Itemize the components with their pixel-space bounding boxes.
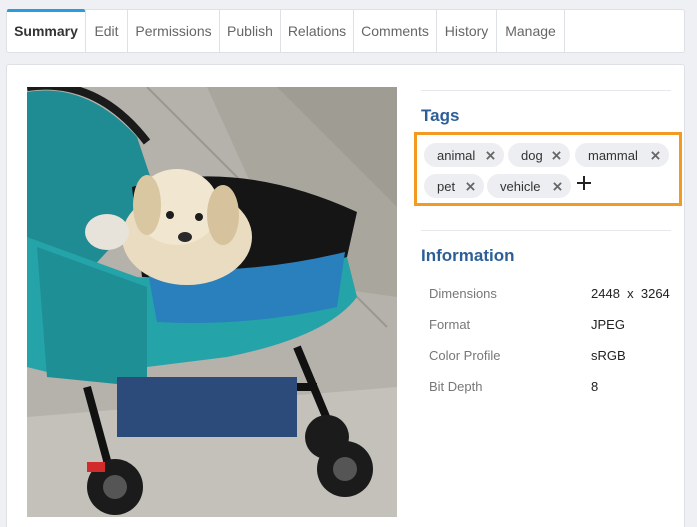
info-key: Color Profile (429, 348, 501, 363)
info-value: JPEG (591, 317, 625, 332)
info-value: sRGB (591, 348, 626, 363)
close-icon[interactable] (550, 149, 562, 161)
tags-editor[interactable]: animal dog mammal pet vehicle (414, 132, 682, 206)
information-heading: Information (421, 246, 515, 265)
tag-label: mammal (588, 147, 638, 163)
info-key: Format (429, 317, 471, 332)
close-icon[interactable] (464, 180, 476, 192)
tags-heading: Tags (421, 106, 460, 125)
tag-dog[interactable]: dog (508, 143, 570, 167)
tab-publish[interactable]: Publish (220, 10, 281, 52)
divider (421, 230, 671, 231)
image-preview (27, 87, 397, 517)
close-icon[interactable] (649, 149, 661, 161)
tag-label: vehicle (500, 178, 541, 194)
info-value: 2448 x 3264 (591, 286, 670, 301)
dog-in-stroller-image (27, 87, 397, 517)
tab-manage[interactable]: Manage (497, 10, 565, 52)
tag-animal[interactable]: animal (424, 143, 504, 167)
tab-summary[interactable]: Summary (7, 9, 86, 52)
tag-label: dog (521, 147, 543, 163)
tab-permissions[interactable]: Permissions (128, 10, 220, 52)
info-row-format: Format JPEG (429, 317, 679, 337)
info-row-bit-depth: Bit Depth 8 (429, 379, 679, 399)
tag-pet[interactable]: pet (424, 174, 484, 198)
close-icon[interactable] (484, 149, 496, 161)
tag-mammal[interactable]: mammal (575, 143, 669, 167)
close-icon[interactable] (551, 180, 563, 192)
info-key: Dimensions (429, 286, 497, 301)
tag-vehicle[interactable]: vehicle (487, 174, 571, 198)
tab-comments[interactable]: Comments (354, 10, 437, 52)
tab-edit[interactable]: Edit (86, 10, 128, 52)
info-key: Bit Depth (429, 379, 483, 394)
divider (421, 90, 671, 91)
summary-panel: Tags animal dog mammal pet vehicle Infor… (6, 64, 685, 527)
tag-label: animal (437, 147, 476, 163)
plus-icon[interactable] (576, 175, 592, 191)
info-row-dimensions: Dimensions 2448 x 3264 (429, 286, 679, 306)
info-value: 8 (591, 379, 599, 394)
tab-relations[interactable]: Relations (281, 10, 354, 52)
tag-label: pet (437, 178, 456, 194)
info-row-color-profile: Color Profile sRGB (429, 348, 679, 368)
tab-bar: Summary Edit Permissions Publish Relatio… (6, 9, 685, 53)
tab-history[interactable]: History (437, 10, 497, 52)
